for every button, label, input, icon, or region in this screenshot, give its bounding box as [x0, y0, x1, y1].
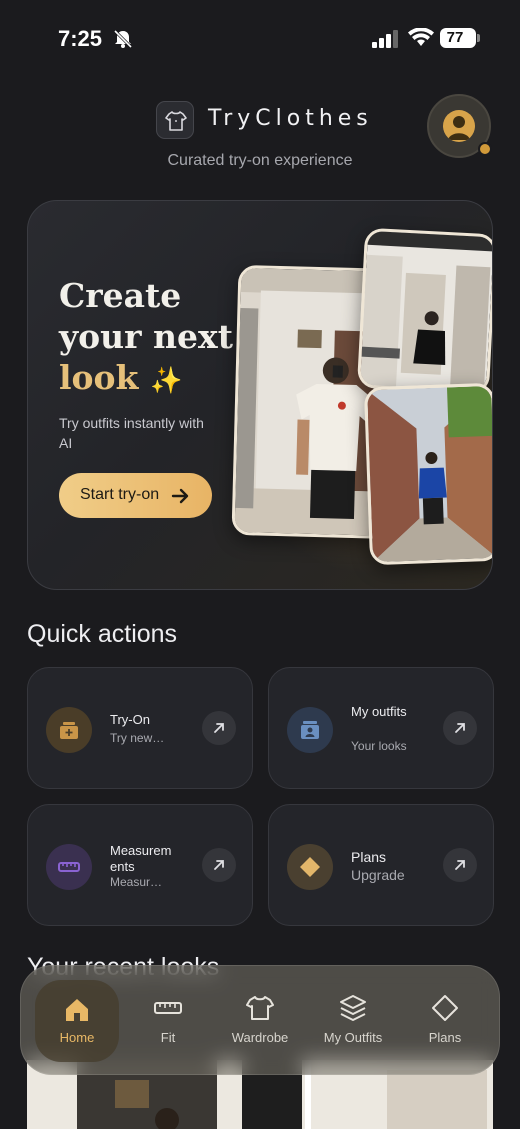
app-logo	[156, 101, 194, 139]
arrow-up-right-icon	[202, 711, 236, 745]
app-name: TryClothes	[208, 106, 373, 131]
bell-muted-icon	[113, 29, 133, 49]
arrow-right-icon	[171, 488, 189, 504]
hero-title: Create your next look ✨	[59, 275, 239, 402]
status-bar: 7:25 77	[0, 0, 520, 78]
outfits-icon	[301, 721, 319, 739]
home-icon	[66, 999, 88, 1021]
hero-photo-bottom	[363, 382, 492, 566]
ruler-icon-wrap	[46, 844, 92, 890]
quick-action-title: Measurem ents	[110, 843, 172, 874]
quick-action-title: Plans	[351, 849, 387, 865]
hero-title-line1: Create	[59, 276, 182, 315]
signal-icon	[372, 30, 398, 48]
layers-icon	[340, 995, 366, 1021]
quick-action-subtitle: Try new…	[110, 731, 165, 745]
avatar	[443, 110, 475, 142]
nav-fit[interactable]: Fit	[122, 966, 214, 1076]
quick-action-subtitle: Measur…	[110, 875, 163, 889]
arrow-up-right-icon	[202, 848, 236, 882]
hero-photo-top	[356, 227, 492, 395]
sparkle-icon: ✨	[149, 366, 183, 396]
user-icon	[448, 116, 470, 140]
nav-label: Wardrobe	[231, 1030, 289, 1045]
battery-level: 77	[446, 29, 464, 46]
quick-actions-title: Quick actions	[27, 620, 178, 648]
wifi-icon	[408, 28, 434, 46]
battery-nub	[477, 34, 480, 42]
battery-indicator: 77	[440, 28, 476, 48]
hero-card: Create your next look ✨ Try outfits inst…	[27, 200, 493, 590]
diamond-icon	[300, 857, 320, 877]
tryon-icon-wrap	[46, 707, 92, 753]
quick-action-measurements[interactable]: Measurem ents Measur…	[27, 804, 253, 926]
start-tryon-button[interactable]: Start try-on	[59, 473, 212, 518]
diamond-icon	[432, 995, 458, 1021]
quick-action-subtitle: Upgrade	[351, 867, 405, 883]
status-time: 7:25	[58, 26, 103, 51]
arrow-up-right-icon	[443, 711, 477, 745]
nav-label: Home	[59, 1030, 95, 1045]
nav-my-outfits[interactable]: My Outfits	[307, 966, 399, 1076]
quick-action-tryon[interactable]: Try-On Try new…	[27, 667, 253, 789]
quick-action-plans[interactable]: Plans Upgrade	[268, 804, 494, 926]
nav-label: Fit	[160, 1030, 176, 1045]
nav-label: My Outfits	[323, 1030, 383, 1045]
quick-action-my-outfits[interactable]: My outfits Your looks	[268, 667, 494, 789]
shirt-logo-icon	[165, 111, 187, 131]
diamond-icon-wrap	[287, 844, 333, 890]
hero-subtitle: Try outfits instantly with AI	[59, 415, 204, 451]
start-tryon-label: Start try-on	[80, 486, 160, 503]
quick-action-subtitle: Your looks	[351, 739, 407, 753]
tagline: Curated try-on experience	[167, 152, 353, 169]
ruler-icon	[58, 862, 80, 872]
hero-title-line2: your next	[59, 317, 233, 356]
nav-plans[interactable]: Plans	[399, 966, 491, 1076]
outfits-icon-wrap	[287, 707, 333, 753]
alley-photo-image	[367, 385, 492, 563]
nav-label: Plans	[428, 1030, 462, 1045]
nav-home[interactable]: Home	[35, 980, 119, 1062]
shirt-icon	[246, 996, 274, 1020]
hallway-photo-image	[360, 230, 492, 392]
tryon-icon	[60, 722, 78, 739]
ruler-icon	[154, 1002, 182, 1014]
quick-action-title: My outfits	[351, 704, 407, 719]
hero-title-accent: look	[59, 358, 139, 397]
status-dot	[478, 142, 492, 156]
nav-wardrobe[interactable]: Wardrobe	[214, 966, 306, 1076]
arrow-up-right-icon	[443, 848, 477, 882]
bottom-nav: Home Fit Wardrobe My Outfits Plans	[20, 965, 500, 1075]
quick-action-title: Try-On	[110, 712, 150, 727]
